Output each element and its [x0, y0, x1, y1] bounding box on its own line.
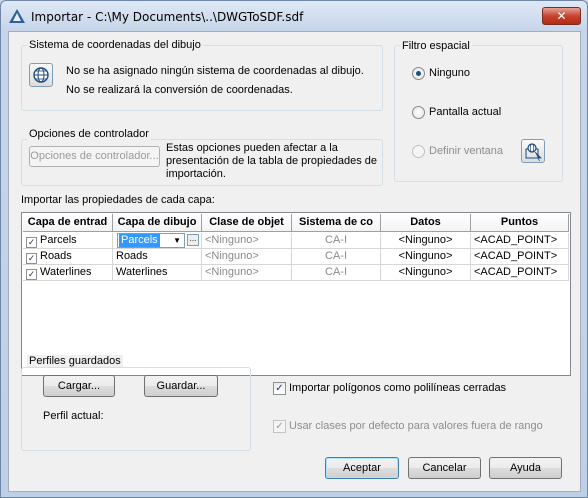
row-checkbox[interactable]: ✓ — [26, 253, 37, 264]
coord-system-group — [21, 45, 383, 111]
spatial-filter-label: Filtro espacial — [400, 40, 472, 52]
points-cell[interactable]: <ACAD_POINT> — [471, 265, 569, 281]
column-header-drawing-layer[interactable]: Capa de dibujo — [113, 214, 202, 232]
coord-system-label: Sistema de coordenadas del dibujo — [27, 39, 203, 51]
default-classes-label: Usar clases por defecto para valores fue… — [289, 420, 543, 432]
drawing-layer-combo-value[interactable]: Parcels — [119, 234, 160, 247]
layer-properties-grid[interactable]: Capa de entrad Capa de dibujo Clase de o… — [21, 212, 571, 376]
driver-options-label: Opciones de controlador — [27, 128, 151, 140]
table-row-waterlines-input[interactable]: ✓ Waterlines — [23, 265, 113, 281]
accept-button[interactable]: Aceptar — [325, 457, 399, 479]
input-layer-name: Roads — [40, 250, 72, 262]
import-properties-label: Importar las propiedades de cada capa: — [21, 194, 215, 206]
coord-system-cell[interactable]: CA-I — [292, 233, 381, 249]
ellipsis-button[interactable]: ... — [187, 234, 199, 246]
coord-system-cell[interactable]: CA-I — [292, 265, 381, 281]
current-profile-label: Perfil actual: — [43, 410, 104, 422]
row-checkbox[interactable]: ✓ — [26, 269, 37, 280]
column-header-coord-system[interactable]: Sistema de co — [292, 214, 381, 232]
column-header-object-class[interactable]: Clase de objet — [202, 214, 292, 232]
pick-window-button[interactable] — [521, 139, 545, 163]
column-header-data[interactable]: Datos — [381, 214, 471, 232]
column-header-input-layer[interactable]: Capa de entrad — [23, 214, 113, 232]
save-profile-button[interactable]: Guardar... — [144, 375, 218, 397]
drawing-layer-cell[interactable]: Waterlines — [113, 265, 202, 281]
table-row-parcels-drawing[interactable]: Parcels ▼ ... — [113, 233, 202, 249]
column-header-points[interactable]: Puntos — [471, 214, 569, 232]
table-row-roads-input[interactable]: ✓ Roads — [23, 249, 113, 265]
coord-system-message-1: No se ha asignado ningún sistema de coor… — [66, 65, 364, 77]
cancel-button[interactable]: Cancelar — [408, 457, 481, 479]
close-icon: ✕ — [556, 9, 567, 23]
filter-label-define-window: Definir ventana — [429, 145, 503, 157]
help-button[interactable]: Ayuda — [489, 457, 562, 479]
filter-label-current-view[interactable]: Pantalla actual — [429, 106, 501, 118]
autocad-app-icon — [9, 9, 25, 23]
filter-radio-define-window — [412, 145, 425, 158]
filter-radio-none[interactable] — [412, 67, 425, 80]
coord-system-cell[interactable]: CA-I — [292, 249, 381, 265]
pick-window-icon — [525, 143, 542, 162]
globe-icon — [33, 67, 49, 83]
row-checkbox[interactable]: ✓ — [26, 237, 37, 248]
import-dialog: Importar - C:\My Documents\..\DWGToSDF.s… — [0, 0, 588, 498]
input-layer-name: Parcels — [40, 234, 77, 246]
coord-system-message-2: No se realizará la conversión de coorden… — [66, 84, 293, 96]
filter-label-none[interactable]: Ninguno — [429, 67, 470, 79]
points-cell[interactable]: <ACAD_POINT> — [471, 249, 569, 265]
input-layer-name: Waterlines — [40, 266, 92, 278]
filter-radio-current-view[interactable] — [412, 106, 425, 119]
data-cell[interactable]: <Ninguno> — [381, 265, 471, 281]
window-title: Importar - C:\My Documents\..\DWGToSDF.s… — [31, 10, 304, 24]
title-bar[interactable]: Importar - C:\My Documents\..\DWGToSDF.s… — [1, 1, 587, 31]
table-row-parcels-input[interactable]: ✓ Parcels — [23, 233, 113, 249]
object-class-cell[interactable]: <Ninguno> — [202, 265, 292, 281]
drawing-layer-cell[interactable]: Roads — [113, 249, 202, 265]
close-button[interactable]: ✕ — [542, 7, 581, 25]
driver-options-desc-1: Estas opciones pueden afectar a la — [166, 142, 338, 154]
driver-options-button: Opciones de controlador... — [29, 146, 160, 167]
object-class-cell[interactable]: <Ninguno> — [202, 249, 292, 265]
data-cell[interactable]: <Ninguno> — [381, 249, 471, 265]
default-classes-checkbox: ✓ — [273, 420, 286, 433]
data-cell[interactable]: <Ninguno> — [381, 233, 471, 249]
coord-system-button[interactable] — [29, 63, 53, 87]
chevron-down-icon[interactable]: ▼ — [173, 234, 181, 248]
closed-polygons-checkbox[interactable]: ✓ — [273, 382, 286, 395]
saved-profiles-label: Perfiles guardados — [27, 355, 123, 367]
driver-options-desc-3: importación. — [166, 168, 226, 180]
drawing-layer-combo[interactable]: Parcels ▼ — [117, 233, 185, 248]
dialog-body: Sistema de coordenadas del dibujo No se … — [8, 31, 581, 492]
load-profile-button[interactable]: Cargar... — [43, 375, 115, 397]
driver-options-desc-2: presentación de la tabla de propiedades … — [166, 155, 377, 167]
object-class-cell[interactable]: <Ninguno> — [202, 233, 292, 249]
closed-polygons-label[interactable]: Importar polígonos como polilíneas cerra… — [289, 382, 506, 394]
points-cell[interactable]: <ACAD_POINT> — [471, 233, 569, 249]
